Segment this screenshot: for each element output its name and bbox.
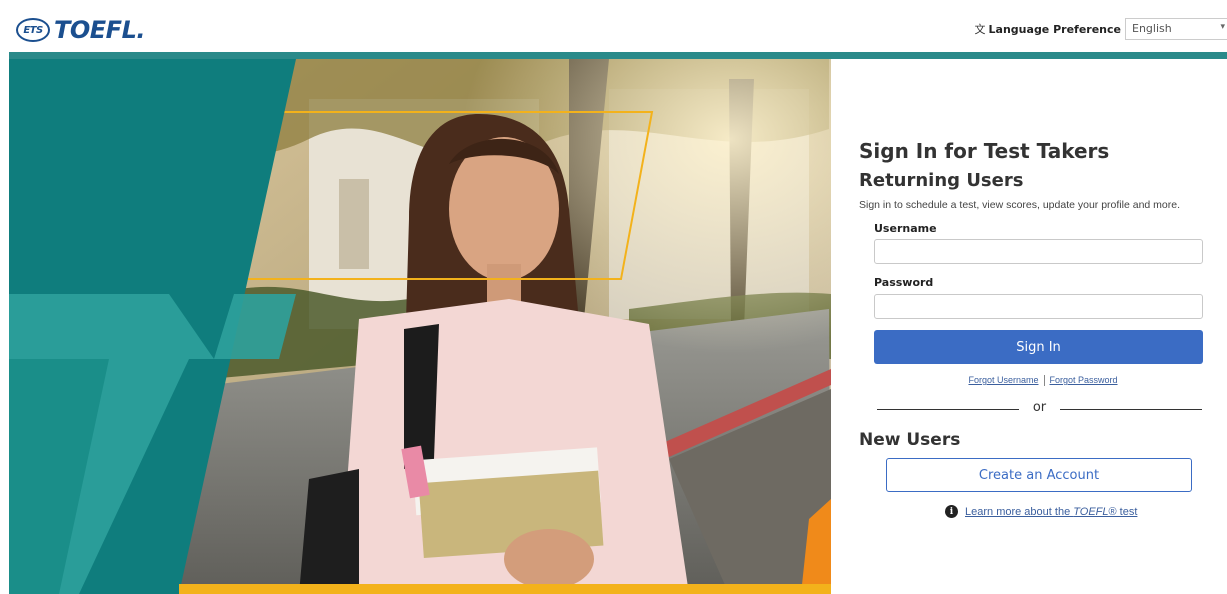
forgot-username-link[interactable]: Forgot Username: [968, 375, 1038, 385]
username-input[interactable]: [874, 239, 1203, 264]
forgot-password-link[interactable]: Forgot Password: [1050, 375, 1118, 385]
ets-logo-badge: ETS: [16, 18, 50, 42]
header: ETS TOEFL. 文 Language Preference English…: [0, 0, 1227, 54]
toefl-wordmark: TOEFL.: [54, 16, 145, 44]
sign-in-intro: Sign in to schedule a test, view scores,…: [859, 199, 1181, 211]
toefl-logo[interactable]: ETS TOEFL.: [16, 15, 145, 45]
username-label: Username: [874, 222, 937, 235]
learn-more-suffix: ® test: [1108, 505, 1138, 518]
password-input[interactable]: [874, 294, 1203, 319]
language-select[interactable]: English ▾: [1125, 18, 1227, 40]
sign-in-button[interactable]: Sign In: [874, 330, 1203, 364]
forgot-links: Forgot Username Forgot Password: [859, 375, 1227, 387]
or-label: or: [1032, 400, 1047, 415]
language-preference-label: Language Preference: [988, 22, 1121, 36]
chevron-down-icon: ▾: [1220, 22, 1225, 32]
info-icon: i: [945, 505, 958, 518]
language-preference: 文 Language Preference English ▾: [975, 18, 1227, 40]
learn-more-prefix: Learn more about the: [965, 505, 1074, 518]
language-select-value: English: [1132, 22, 1172, 35]
hero-image: [9, 59, 831, 594]
or-divider: or: [877, 399, 1202, 419]
translate-icon: 文: [974, 24, 986, 36]
header-divider: [9, 52, 1227, 59]
learn-more-link[interactable]: Learn more about the TOEFL® test: [965, 506, 1137, 518]
returning-users-heading: Returning Users: [859, 170, 1024, 191]
divider-line-right: [1060, 409, 1202, 410]
yellow-accent-bar: [179, 584, 831, 594]
page-title: Sign In for Test Takers: [859, 139, 1110, 163]
new-users-heading: New Users: [859, 430, 961, 450]
learn-more-toefl: TOEFL: [1073, 505, 1109, 518]
password-label: Password: [874, 276, 934, 289]
learn-more: i Learn more about the TOEFL® test: [945, 505, 1137, 518]
hero-photo: [9, 59, 831, 594]
link-separator: [1043, 375, 1045, 387]
create-account-button[interactable]: Create an Account: [886, 458, 1192, 492]
